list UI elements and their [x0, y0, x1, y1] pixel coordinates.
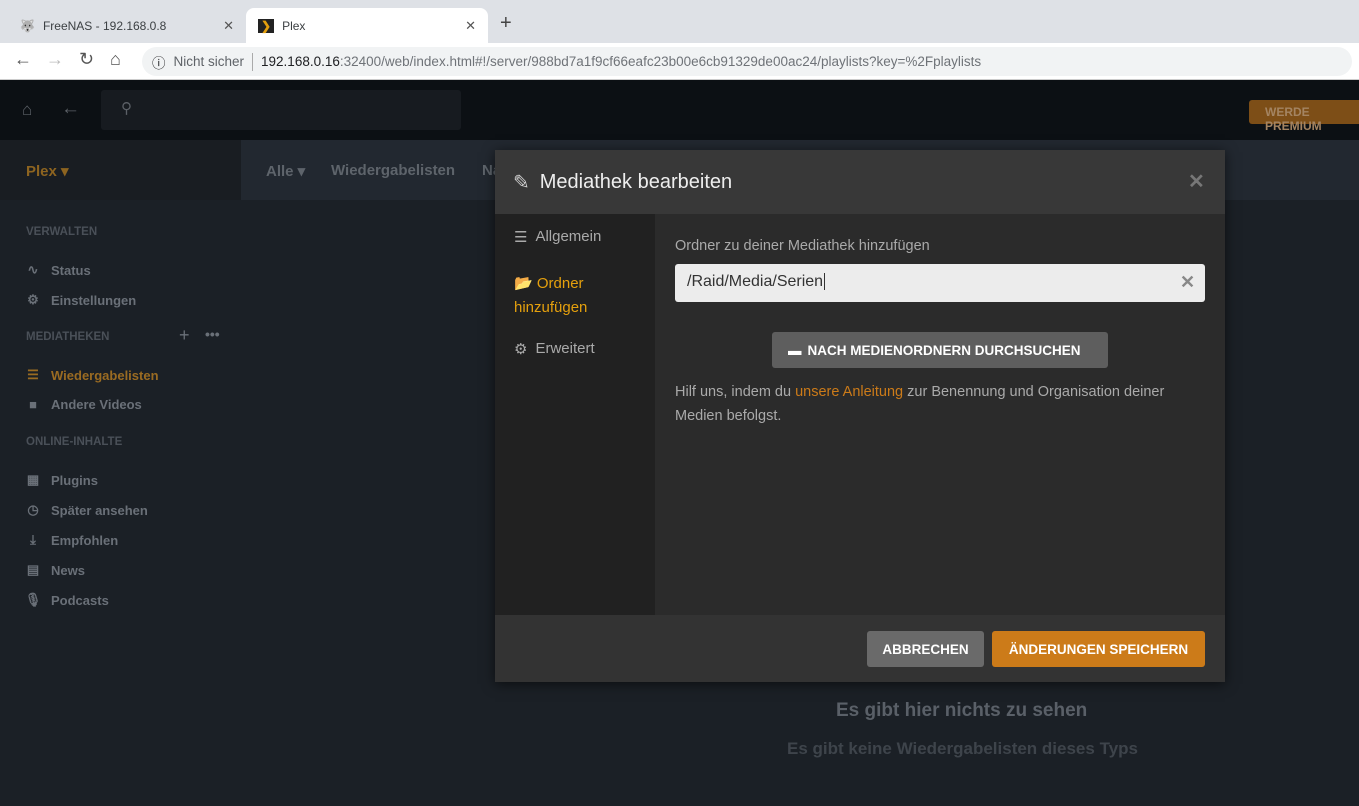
dialog-footer: ABBRECHEN ÄNDERUNGEN SPEICHERN	[495, 615, 1225, 682]
dialog-title: Mediathek bearbeiten	[539, 170, 733, 193]
sidebar-item-other-videos[interactable]: ■ Andere Videos	[24, 397, 142, 412]
empty-subtitle: Es gibt keine Wiedergabelisten dieses Ty…	[787, 739, 1138, 758]
grid-icon: ▦	[26, 472, 40, 487]
folder-icon: 📂	[514, 275, 533, 292]
home-icon[interactable]: ⌂	[110, 49, 121, 70]
dialog-header: ✎ Mediathek bearbeiten	[495, 150, 1225, 214]
video-camera-icon: ■	[29, 397, 37, 412]
home-icon[interactable]: ⌂	[22, 100, 32, 120]
close-tab-icon[interactable]: ✕	[465, 18, 476, 34]
list-icon: ☰	[27, 367, 39, 382]
nav-advanced[interactable]: ⚙ Erweitert	[514, 340, 595, 358]
info-icon[interactable]: ⓘ	[152, 52, 166, 72]
tab-playlists[interactable]: Wiedergabelisten	[331, 162, 455, 179]
section-libraries: MEDIATHEKEN	[26, 331, 110, 343]
folder-add-icon: ▬	[788, 342, 802, 358]
sidebar-item-playlists[interactable]: ☰ Wiedergabelisten	[24, 367, 158, 383]
reload-icon[interactable]: ↻	[79, 49, 94, 70]
gear-icon: ⚙	[514, 341, 528, 358]
close-icon[interactable]: ✕	[1188, 169, 1205, 194]
gear-icon: ⚙	[27, 292, 39, 307]
clock-icon: ◷	[27, 502, 39, 517]
more-icon[interactable]: •••	[205, 326, 220, 342]
dialog-nav: ☰ Allgemein 📂 Ordner hinzufügen ⚙ Erweiter…	[495, 214, 655, 615]
clear-path-icon[interactable]: ✕	[1180, 272, 1195, 293]
empty-title: Es gibt hier nichts zu sehen	[836, 700, 1088, 721]
guide-link[interactable]: unsere Anleitung	[795, 384, 903, 400]
sidebar-item-news[interactable]: ▤ News	[24, 562, 85, 578]
filter-dropdown[interactable]: Alle ▾	[266, 162, 305, 180]
new-tab-button[interactable]: +	[500, 12, 512, 35]
forward-icon[interactable]: →	[46, 49, 64, 70]
add-library-icon[interactable]: +	[179, 325, 190, 346]
search-icon: ⚲	[121, 100, 132, 117]
save-button[interactable]: ÄNDERUNGEN SPEICHERN	[992, 631, 1205, 667]
cancel-button[interactable]: ABBRECHEN	[867, 631, 984, 667]
sidebar-item-watch-later[interactable]: ◷ Später ansehen	[24, 502, 148, 518]
sidebar-item-podcasts[interactable]: 🎙 Podcasts	[24, 592, 109, 608]
sidebar-item-status[interactable]: ∿ Status	[24, 262, 91, 278]
download-icon: ⤓	[30, 532, 36, 547]
browse-folders-button[interactable]: ▬ NACH MEDIENORDNERN DURCHSUCHEN	[772, 332, 1108, 368]
section-manage: VERWALTEN	[26, 226, 98, 238]
premium-button[interactable]: WERDE PREMIUM	[1249, 100, 1359, 133]
sidebar-item-settings[interactable]: ⚙ Einstellungen	[24, 292, 136, 308]
nav-general[interactable]: ☰ Allgemein	[514, 228, 601, 246]
newspaper-icon: ▤	[26, 562, 40, 577]
server-selector[interactable]: Plex ▾	[26, 162, 69, 180]
close-tab-icon[interactable]: ✕	[223, 18, 234, 34]
tab-freenas[interactable]: 🐺 FreeNAS - 192.168.0.8 ✕	[8, 8, 246, 43]
folder-label: Ordner zu deiner Mediathek hinzufügen	[675, 238, 930, 254]
align-icon: ☰	[514, 229, 528, 246]
plex-icon: ❯	[258, 18, 275, 33]
folder-path-input[interactable]: /Raid/Media/Serien	[675, 264, 1205, 302]
nav-add-folders[interactable]: 📂 Ordner hinzufügen	[514, 272, 634, 320]
freenas-icon: 🐺	[20, 18, 35, 33]
edit-library-dialog: ✎ Mediathek bearbeiten ✕ ☰ Allgemein 📂 Ord…	[495, 150, 1225, 682]
sidebar-item-plugins[interactable]: ▦ Plugins	[24, 472, 98, 488]
help-text: Hilf uns, indem du unsere Anleitung zur …	[675, 384, 1165, 424]
tab-plex[interactable]: ❯ Plex ✕	[246, 8, 488, 43]
pencil-icon: ✎	[513, 171, 530, 194]
url-input[interactable]: ⓘ Nicht sicher 192.168.0.16:32400/web/ind…	[142, 47, 1352, 76]
sidebar-item-recommended[interactable]: ⤓ Empfohlen	[24, 532, 118, 548]
back-arrow-icon[interactable]: ←	[61, 98, 80, 120]
address-bar: ← → ↻ ⌂ ⓘ Nicht sicher 192.168.0.16:32400…	[0, 43, 1359, 80]
microphone-icon: 🎙	[24, 592, 42, 607]
back-icon[interactable]: ←	[14, 49, 32, 70]
plex-top-bar: ⌂ ← ⚲ WERDE PREMIUM	[0, 80, 1359, 140]
search-input[interactable]: ⚲	[101, 90, 461, 130]
section-online: ONLINE-INHALTE	[26, 436, 123, 448]
browser-tab-bar: 🐺 FreeNAS - 192.168.0.8 ✕ ❯ Plex ✕ +	[0, 0, 1359, 43]
activity-icon: ∿	[27, 262, 39, 277]
